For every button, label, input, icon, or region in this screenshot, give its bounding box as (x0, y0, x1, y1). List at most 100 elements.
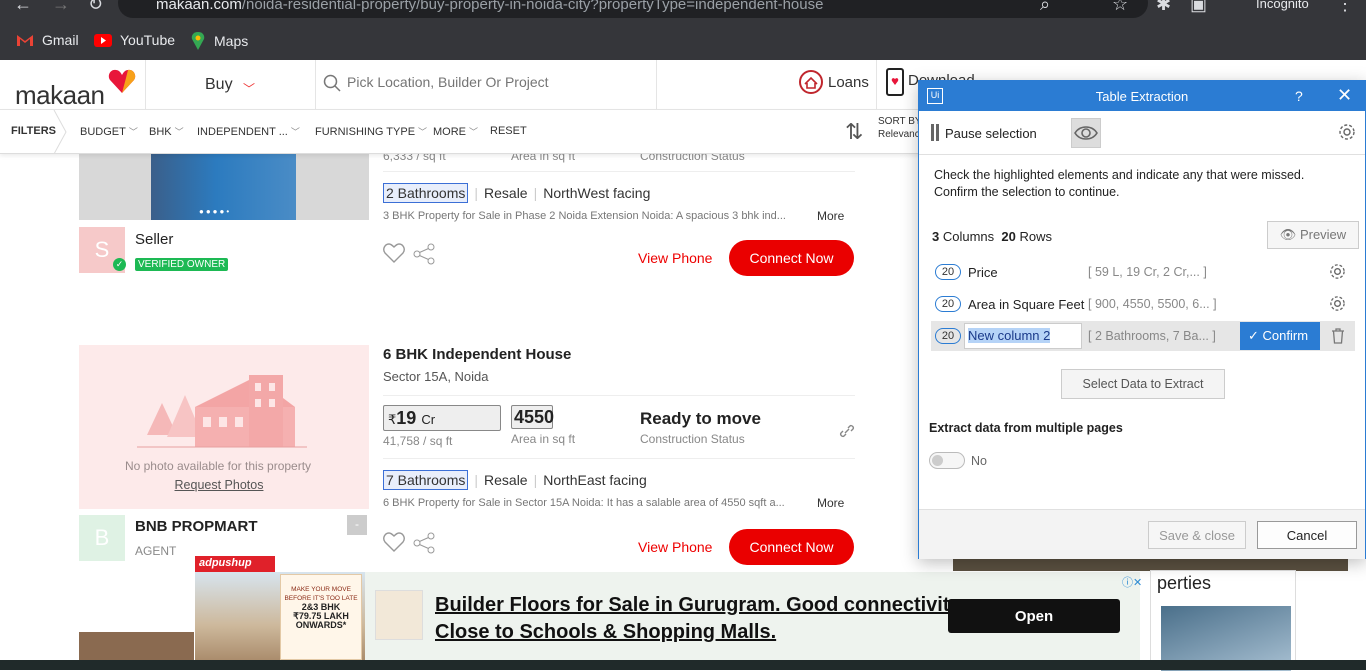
bathrooms-tag[interactable]: 2 Bathrooms (383, 183, 469, 203)
column-settings-gear-icon[interactable] (1329, 295, 1346, 312)
seller-name[interactable]: BNB PROPMART (135, 518, 258, 535)
chevron-down-icon: ﹀ (290, 127, 300, 137)
bathrooms-tag[interactable]: 7 Bathrooms (383, 470, 469, 490)
multi-page-toggle[interactable] (929, 452, 965, 469)
save-close-button[interactable]: Save & close (1148, 521, 1246, 549)
seller-name[interactable]: Seller (135, 231, 173, 248)
makaan-logo[interactable]: makaan (15, 80, 105, 111)
search-box[interactable] (315, 60, 657, 110)
properties-heading: perties (1157, 573, 1212, 593)
heart-icon[interactable] (383, 532, 405, 552)
column-name[interactable]: Price (968, 265, 998, 280)
header-divider (145, 60, 146, 110)
forward-icon[interactable]: → (52, 0, 70, 15)
price-value[interactable]: ₹19 Cr (383, 405, 501, 431)
buy-dropdown[interactable]: Buy (205, 76, 233, 94)
back-icon[interactable]: ← (14, 0, 32, 15)
view-phone-link[interactable]: View Phone (638, 250, 712, 266)
listing-card: ●●●●• 6,333 / sq ft Area in sq ft Constr… (79, 149, 855, 314)
filter-property-type[interactable]: INDEPENDENT ... ﹀ (197, 125, 300, 138)
loans-link[interactable]: Loans (798, 69, 869, 95)
reload-icon[interactable]: ↻ (88, 0, 103, 15)
bookmark-maps[interactable]: Maps (190, 32, 248, 50)
status-caption: Construction Status (640, 432, 745, 446)
filters-label[interactable]: FILTERS (11, 125, 56, 137)
area-value[interactable]: 4550 (511, 405, 554, 429)
instructions-line: Check the highlighted elements and indic… (934, 168, 1305, 182)
filter-reset[interactable]: RESET (490, 125, 527, 137)
bookmark-gmail[interactable]: Gmail (16, 32, 79, 48)
columns-word: Columns (942, 229, 995, 244)
request-photos-link[interactable]: Request Photos (79, 478, 359, 492)
connect-now-button[interactable]: Connect Now (729, 529, 854, 565)
similar-properties-card[interactable]: perties (1150, 570, 1296, 671)
incognito-label[interactable]: Incognito (1256, 0, 1309, 11)
column-name[interactable]: Area in Square Feet (968, 297, 1084, 312)
extensions-icon[interactable]: ✱ (1156, 0, 1171, 15)
facing: NorthEast facing (543, 472, 647, 488)
ad-info-icon[interactable]: ⓘ✕ (1122, 574, 1142, 590)
search-icon[interactable]: ⌕ (1040, 0, 1050, 15)
more-link[interactable]: More (817, 209, 844, 223)
share-icon[interactable] (413, 243, 435, 265)
ad-headline[interactable]: Builder Floors for Sale in Gurugram. Goo… (435, 592, 995, 646)
confirm-button[interactable]: ✓ Confirm (1240, 322, 1320, 350)
close-icon[interactable]: ✕ (1337, 85, 1352, 106)
column-count-badge: 20 (935, 328, 961, 344)
verified-owner-badge: VERIFIED OWNER (135, 258, 229, 271)
listing-title[interactable]: 6 BHK Independent House (383, 346, 571, 363)
preview-button[interactable]: 👁 Preview (1267, 221, 1359, 249)
menu-icon[interactable]: ⋮ (1336, 0, 1354, 15)
filter-furnishing[interactable]: FURNISHING TYPE ﹀ (315, 125, 427, 138)
select-data-button[interactable]: Select Data to Extract (1061, 369, 1225, 399)
ad-open-button[interactable]: Open (948, 599, 1120, 633)
highlight-toggle-button[interactable] (1071, 118, 1101, 148)
ad-poster-line: BEFORE IT'S TOO LATE (284, 595, 358, 602)
bookmark-youtube[interactable]: YouTube (94, 32, 175, 48)
bookmark-star-icon[interactable]: ☆ (1112, 0, 1128, 15)
link-icon[interactable] (839, 423, 855, 439)
pause-icon[interactable] (931, 124, 939, 141)
heart-icon[interactable] (383, 243, 405, 263)
help-icon[interactable]: ? (1295, 88, 1303, 104)
area-caption: Area in sq ft (511, 432, 576, 446)
sort-icon[interactable]: ⇅ (845, 119, 863, 145)
cancel-button[interactable]: Cancel (1257, 521, 1357, 549)
ad-banner[interactable]: MAKE YOUR MOVE BEFORE IT'S TOO LATE 2&3 … (195, 572, 1142, 670)
column-name-input[interactable]: New column 2 (964, 323, 1082, 349)
connect-now-button[interactable]: Connect Now (729, 240, 854, 276)
more-link[interactable]: More (817, 496, 844, 510)
search-input[interactable] (347, 74, 647, 90)
column-row-price[interactable]: 20 Price [ 59 L, 19 Cr, 2 Cr,... ] (931, 257, 1355, 287)
divider (383, 171, 855, 172)
filter-budget[interactable]: BUDGET ﹀ (80, 125, 138, 138)
pause-selection-button[interactable]: Pause selection (945, 126, 1037, 141)
settings-gear-icon[interactable] (1338, 123, 1356, 141)
filter-more[interactable]: MORE ﹀ (433, 125, 478, 138)
column-name-text: New column 2 (968, 328, 1051, 343)
next-listing-photo[interactable] (79, 632, 194, 662)
column-settings-gear-icon[interactable] (1329, 263, 1346, 280)
view-phone-link[interactable]: View Phone (638, 539, 712, 555)
address-bar[interactable]: makaan.com/noida-residential-property/bu… (118, 0, 1148, 18)
column-row-new[interactable]: 20 New column 2 [ 2 Bathrooms, 7 Ba... ]… (931, 321, 1355, 351)
chevron-down-icon: ﹀ (418, 127, 428, 137)
preview-label: Preview (1299, 227, 1347, 242)
carousel-dots[interactable]: ●●●●• (199, 207, 231, 216)
bookmark-label: Gmail (42, 32, 79, 48)
phone-download-icon[interactable] (886, 68, 904, 96)
column-sample: [ 59 L, 19 Cr, 2 Cr,... ] (1088, 265, 1207, 279)
filter-bhk[interactable]: BHK ﹀ (149, 125, 184, 138)
column-row-area[interactable]: 20 Area in Square Feet [ 900, 4550, 5500… (931, 289, 1355, 319)
share-icon[interactable] (413, 532, 435, 554)
trash-icon[interactable] (1331, 328, 1345, 344)
listing-photo[interactable]: No photo available for this property Req… (79, 345, 369, 509)
listing-location: Sector 15A, Noida (383, 369, 489, 384)
collapse-icon[interactable]: - (347, 515, 367, 535)
url-path: /noida-residential-property/buy-property… (241, 0, 824, 13)
window-icon[interactable]: ▣ (1190, 0, 1207, 15)
filter-furnishing-label: FURNISHING TYPE (315, 126, 416, 138)
chevron-down-icon: ﹀ (174, 127, 184, 137)
listing-photo[interactable]: ●●●●• (79, 154, 369, 220)
instructions-line: Confirm the selection to continue. (934, 185, 1120, 199)
